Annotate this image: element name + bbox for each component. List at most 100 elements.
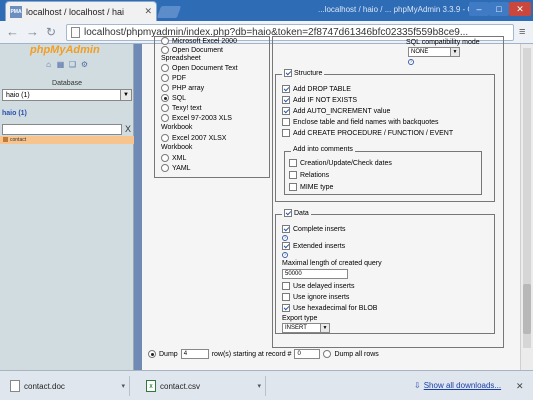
format-option[interactable]: YAML bbox=[161, 164, 191, 172]
checkbox[interactable] bbox=[282, 96, 290, 104]
dump-rows-input[interactable]: 4 bbox=[180, 349, 209, 359]
radio-button[interactable] bbox=[161, 114, 169, 122]
option-label: Add AUTO_INCREMENT value bbox=[293, 107, 391, 115]
comment-option[interactable]: Relations bbox=[289, 171, 329, 179]
sql-query-icon[interactable]: ▦ bbox=[56, 60, 65, 69]
reload-icon[interactable]: ↻ bbox=[46, 25, 56, 39]
radio-button-selected[interactable] bbox=[148, 350, 156, 358]
max-length-label: Maximal length of created query bbox=[282, 260, 382, 267]
back-arrow-icon[interactable]: ← bbox=[6, 25, 19, 39]
chevron-down-icon[interactable]: ▾ bbox=[257, 382, 261, 390]
format-option-sql[interactable]: SQL bbox=[161, 94, 186, 102]
radio-button[interactable] bbox=[161, 104, 169, 112]
help-icon[interactable]: ? bbox=[282, 235, 288, 241]
radio-button[interactable] bbox=[161, 154, 169, 162]
format-option[interactable]: Microsoft Excel 2000 bbox=[161, 37, 237, 45]
vertical-scrollbar[interactable] bbox=[520, 44, 533, 370]
format-label: XML bbox=[172, 154, 187, 162]
download-filename: contact.doc bbox=[24, 381, 65, 391]
show-all-downloads-link[interactable]: Show all downloads... bbox=[424, 381, 501, 390]
checkbox[interactable] bbox=[282, 107, 290, 115]
browser-tab[interactable]: PMA localhost / localhost / hai ✕ bbox=[5, 1, 157, 21]
clear-filter-button[interactable]: X bbox=[125, 124, 131, 135]
tab-close-icon[interactable]: ✕ bbox=[144, 6, 152, 17]
checkbox[interactable] bbox=[289, 183, 297, 191]
radio-button[interactable] bbox=[323, 350, 332, 358]
show-all-downloads[interactable]: ⇩ Show all downloads... bbox=[414, 381, 501, 390]
format-option[interactable]: PDF bbox=[161, 74, 186, 82]
radio-button[interactable] bbox=[161, 64, 169, 72]
checkbox[interactable] bbox=[282, 129, 290, 137]
checkbox[interactable] bbox=[282, 85, 290, 93]
format-label: PHP array bbox=[172, 84, 205, 92]
radio-button[interactable] bbox=[161, 74, 169, 82]
close-window-button[interactable]: ✕ bbox=[509, 2, 531, 16]
database-select[interactable]: haio (1) ▼ bbox=[2, 89, 132, 101]
help-icon[interactable]: ? bbox=[282, 252, 288, 258]
wrench-menu-icon[interactable]: ≡ bbox=[519, 27, 529, 38]
export-type-select[interactable]: INSERT ▼ bbox=[282, 323, 330, 333]
chevron-down-icon[interactable]: ▾ bbox=[121, 382, 125, 390]
data-checkbox[interactable] bbox=[284, 209, 292, 217]
comment-option[interactable]: MIME type bbox=[289, 183, 333, 191]
current-database-link[interactable]: haio (1) bbox=[2, 110, 27, 117]
settings-icon[interactable]: ⚙ bbox=[80, 60, 89, 69]
checkbox[interactable] bbox=[282, 225, 290, 233]
table-list-item[interactable]: contact bbox=[0, 136, 134, 144]
compat-mode-select[interactable]: NONE ▼ bbox=[408, 47, 460, 57]
structure-option[interactable]: Add AUTO_INCREMENT value bbox=[282, 107, 390, 115]
checkbox[interactable] bbox=[282, 118, 290, 126]
scrollbar-thumb[interactable] bbox=[523, 284, 531, 334]
close-download-bar-icon[interactable]: ✕ bbox=[516, 381, 524, 392]
format-label: YAML bbox=[172, 164, 191, 172]
data-legend[interactable]: Data bbox=[282, 209, 311, 217]
format-option[interactable]: XML bbox=[161, 154, 186, 162]
format-option[interactable]: Excel 2007 XLSX bbox=[161, 134, 226, 142]
format-option[interactable]: Excel 97-2003 XLS bbox=[161, 114, 232, 122]
format-option[interactable]: Open Document Text bbox=[161, 64, 238, 72]
structure-option[interactable]: Enclose table and field names with backq… bbox=[282, 118, 439, 126]
structure-option[interactable]: Add DROP TABLE bbox=[282, 85, 351, 93]
format-option[interactable]: Texy! text bbox=[161, 104, 202, 112]
data-option[interactable]: Use ignore inserts bbox=[282, 293, 349, 301]
checkbox[interactable] bbox=[282, 293, 290, 301]
radio-button[interactable] bbox=[161, 37, 169, 45]
structure-option[interactable]: Add IF NOT EXISTS bbox=[282, 96, 357, 104]
checkbox[interactable] bbox=[282, 242, 290, 250]
checkbox[interactable] bbox=[289, 159, 297, 167]
radio-button-selected[interactable] bbox=[161, 94, 169, 102]
option-label: Creation/Update/Check dates bbox=[300, 159, 392, 167]
radio-button[interactable] bbox=[161, 46, 169, 54]
complete-inserts-option[interactable]: Complete inserts bbox=[282, 225, 346, 233]
help-icon[interactable]: ? bbox=[408, 59, 414, 65]
structure-legend[interactable]: Structure bbox=[282, 69, 325, 77]
data-option[interactable]: Use hexadecimal for BLOB bbox=[282, 304, 377, 312]
dump-start-input[interactable]: 0 bbox=[294, 349, 321, 359]
data-option[interactable]: Use delayed inserts bbox=[282, 282, 354, 290]
radio-button[interactable] bbox=[161, 134, 169, 142]
table-filter-input[interactable] bbox=[2, 124, 122, 135]
format-label: Excel 2007 XLSX bbox=[172, 134, 227, 142]
format-option[interactable]: PHP array bbox=[161, 84, 204, 92]
extended-inserts-option[interactable]: Extended inserts bbox=[282, 242, 345, 250]
phpmyadmin-logo[interactable]: phpMyAdmin bbox=[30, 44, 100, 56]
max-length-input[interactable]: 50000 bbox=[282, 269, 348, 279]
home-icon[interactable]: ⌂ bbox=[44, 60, 53, 69]
checkbox[interactable] bbox=[282, 304, 290, 312]
new-tab-button[interactable] bbox=[156, 6, 182, 18]
maximize-button[interactable]: □ bbox=[489, 2, 509, 16]
structure-option[interactable]: Add CREATE PROCEDURE / FUNCTION / EVENT bbox=[282, 129, 453, 137]
checkbox[interactable] bbox=[289, 171, 297, 179]
dump-rows-option[interactable]: Dump 4 row(s) starting at record # 0 Dum… bbox=[148, 349, 379, 359]
format-option[interactable]: Open Document bbox=[161, 46, 223, 54]
info-icon[interactable]: ❑ bbox=[68, 60, 77, 69]
checkbox[interactable] bbox=[282, 282, 290, 290]
download-item[interactable]: contact.doc ▾ bbox=[4, 376, 130, 396]
download-item[interactable]: X contact.csv ▾ bbox=[140, 376, 266, 396]
radio-button[interactable] bbox=[161, 84, 169, 92]
minimize-button[interactable]: – bbox=[469, 2, 489, 16]
forward-arrow-icon[interactable]: → bbox=[26, 25, 39, 39]
structure-checkbox[interactable] bbox=[284, 69, 292, 77]
comment-option[interactable]: Creation/Update/Check dates bbox=[289, 159, 392, 167]
radio-button[interactable] bbox=[161, 164, 169, 172]
